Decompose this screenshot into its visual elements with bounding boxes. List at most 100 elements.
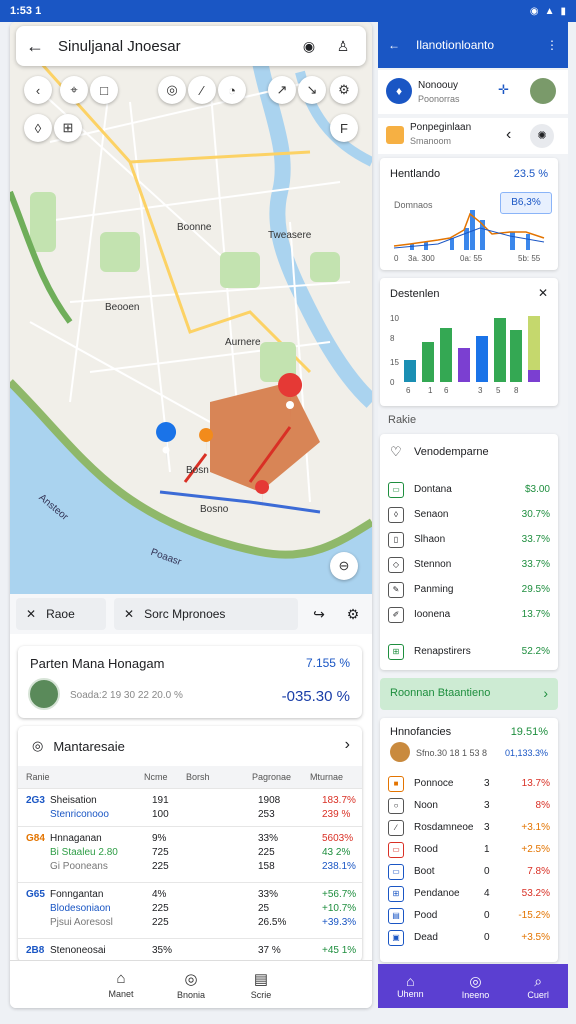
list-item[interactable]: ▭ Dontana $3.00: [388, 480, 550, 502]
circle-icon: ○: [388, 798, 404, 814]
nav-label: Ineeno: [461, 989, 490, 1000]
trend-card[interactable]: Hentlando 23.5 % Domnaos B6,3% 0 3a. 300…: [380, 158, 558, 270]
close-icon: ✕: [124, 607, 135, 621]
x-tick: 3: [478, 386, 483, 395]
item-name: Panming: [414, 584, 454, 595]
table-row[interactable]: G84 Hnnaganan Bi Staaleu 2.80 Gi Poonean…: [18, 826, 362, 882]
layers-icon[interactable]: ◎: [158, 76, 186, 104]
profile-row[interactable]: ♦ Nonoouy Poonorras ✛: [378, 70, 568, 114]
compass-icon: ◎: [32, 738, 44, 753]
list-item[interactable]: ■ Ponnoce 3 13.7%: [388, 774, 550, 796]
finance-sub2: 01,133.3%: [504, 748, 548, 758]
route-icon[interactable]: ⌖: [60, 76, 88, 104]
list-item[interactable]: ▤ Pood 0 -15.2%: [388, 906, 550, 928]
item-value: 13.7%: [521, 609, 550, 620]
folder-icon: ▣: [388, 930, 404, 946]
row-sub: Pjsui Aoresosl: [50, 917, 113, 928]
table-row[interactable]: 2B8 Stenoneosai 35% 37 % +45 1%: [18, 938, 362, 962]
avatar: [390, 742, 410, 762]
location-icon[interactable]: ◔: [218, 76, 246, 104]
nav-search[interactable]: ⌕ Cuerl: [527, 973, 549, 1000]
recommendation-banner[interactable]: Roonnan Btaantieno ›: [380, 678, 558, 710]
list-item[interactable]: ▣ Dead 0 +3.5%: [388, 928, 550, 950]
item-name: Rood: [414, 844, 438, 855]
row-sub: Gi Pooneans: [50, 861, 108, 872]
list-item[interactable]: ✐ Ioonena 13.7%: [388, 605, 550, 627]
x-tick: 5b: 55: [518, 254, 541, 263]
curve-arrow-icon[interactable]: ↪: [306, 606, 332, 623]
account-icon[interactable]: ♙: [330, 33, 356, 59]
box-icon: ▭: [388, 842, 404, 858]
list-item[interactable]: ⊞ Renapstirers 52.2%: [388, 642, 550, 664]
settings-icon[interactable]: ⚙: [330, 76, 358, 104]
item-count: 0: [484, 910, 490, 921]
nav-market[interactable]: ⌂ Manet: [101, 961, 141, 1008]
more-icon[interactable]: ⋮: [546, 38, 558, 52]
list-item[interactable]: ▯ Slhaon 33.7%: [388, 530, 550, 552]
patient-subtitle: Soada:2 19 30 22 20.0 %: [70, 690, 183, 701]
nav-scrie[interactable]: ▤ Scrie: [241, 961, 281, 1008]
list-item[interactable]: ◇ Stennon 33.7%: [388, 555, 550, 577]
row-cell: 225: [152, 917, 169, 928]
row-cell: +45 1%: [322, 945, 357, 956]
list-item[interactable]: ○ Noon 3 8%: [388, 796, 550, 818]
row-cell: +56.7%: [322, 889, 357, 900]
list-item[interactable]: ✎ Panming 29.5%: [388, 580, 550, 602]
back-arrow-icon[interactable]: ‹: [24, 76, 52, 104]
table-row[interactable]: G65 Fonngantan Blodesoniaon Pjsui Aoreso…: [18, 882, 362, 938]
move-icon[interactable]: ✛: [498, 82, 509, 98]
wifi-icon: ◉: [529, 5, 539, 17]
distribution-card[interactable]: Destenlen ✕ 10 8 15 0 6 1 6 3 5 8: [380, 278, 558, 406]
camera-icon[interactable]: ◉: [296, 33, 322, 59]
nav-bnonia[interactable]: ◎ Bnonia: [171, 961, 211, 1008]
heart-icon: ♡: [390, 444, 402, 459]
nav-messages[interactable]: ◎ Ineeno: [462, 973, 490, 1000]
map-label: Boonne: [177, 222, 212, 233]
item-value: +3.5%: [521, 932, 550, 943]
list-item[interactable]: ⊞ Pendanoe 4 53.2%: [388, 884, 550, 906]
patient-card[interactable]: Parten Mana Honagam 7.155 % Soada:2 19 3…: [18, 646, 362, 718]
back-arrow-icon[interactable]: ←: [26, 36, 50, 57]
route-chip[interactable]: ✕ Raoe: [16, 598, 106, 630]
zoom-out-icon[interactable]: ⊖: [330, 552, 358, 580]
search-options-chip[interactable]: ✕ Sorc Mpronoes: [114, 598, 298, 630]
map-label: Tweasere: [268, 230, 312, 241]
x-tick: 6: [444, 386, 449, 395]
flag-icon[interactable]: F: [330, 114, 358, 142]
row-name: Fonngantan: [50, 889, 104, 900]
drop-icon[interactable]: ◊: [24, 114, 52, 142]
chevron-left-icon[interactable]: ‹: [506, 126, 511, 144]
nav-label: Bnonia: [176, 989, 206, 1000]
share-icon[interactable]: ↗: [268, 76, 296, 104]
list-item[interactable]: ▭ Rood 1 +2.5%: [388, 840, 550, 862]
notice-row[interactable]: Ponpeginlaan Smanoom ‹ ✺: [378, 118, 568, 154]
nav-home[interactable]: ⌂ Uhenn: [397, 973, 424, 999]
chevron-right-icon[interactable]: ›: [345, 736, 350, 754]
item-value: 8%: [535, 800, 550, 811]
back-arrow-icon[interactable]: ←: [388, 38, 400, 52]
row-cell: 725: [152, 847, 169, 858]
row-name: Hnnaganan: [50, 833, 102, 844]
list-item[interactable]: ▭ Boot 0 7.8%: [388, 862, 550, 884]
search-bar[interactable]: ← Sinuljanal Jnoesar ◉ ♙: [16, 26, 366, 66]
row-sub: Blodesoniaon: [50, 903, 111, 914]
sparkle-icon[interactable]: ✺: [530, 124, 554, 148]
grid-icon: ⊞: [388, 644, 404, 660]
list-item[interactable]: ∕ Rosdamneoe 3 +3.1%: [388, 818, 550, 840]
list-item[interactable]: ◊ Senaon 30.7%: [388, 505, 550, 527]
item-value: 30.7%: [521, 509, 550, 520]
item-count: 3: [484, 778, 490, 789]
pen-icon[interactable]: ∕: [188, 76, 216, 104]
map-view[interactable]: Boonne Tweasere Beooen Aurnere Bosn Bosn…: [10, 22, 372, 612]
document-icon: ▤: [253, 970, 269, 988]
battery-icon: ▮: [560, 5, 566, 17]
expand-icon[interactable]: ↘: [298, 76, 326, 104]
search-input[interactable]: Sinuljanal Jnoesar: [58, 38, 288, 55]
gear-icon[interactable]: ⚙: [340, 606, 366, 623]
row-cell: 225: [152, 861, 169, 872]
bookmark-icon[interactable]: ⊞: [54, 114, 82, 142]
row-cell: 239 %: [322, 809, 351, 820]
row-cell: 158: [258, 861, 275, 872]
square-icon[interactable]: □: [90, 76, 118, 104]
row-cell: 183.7%: [322, 795, 356, 806]
